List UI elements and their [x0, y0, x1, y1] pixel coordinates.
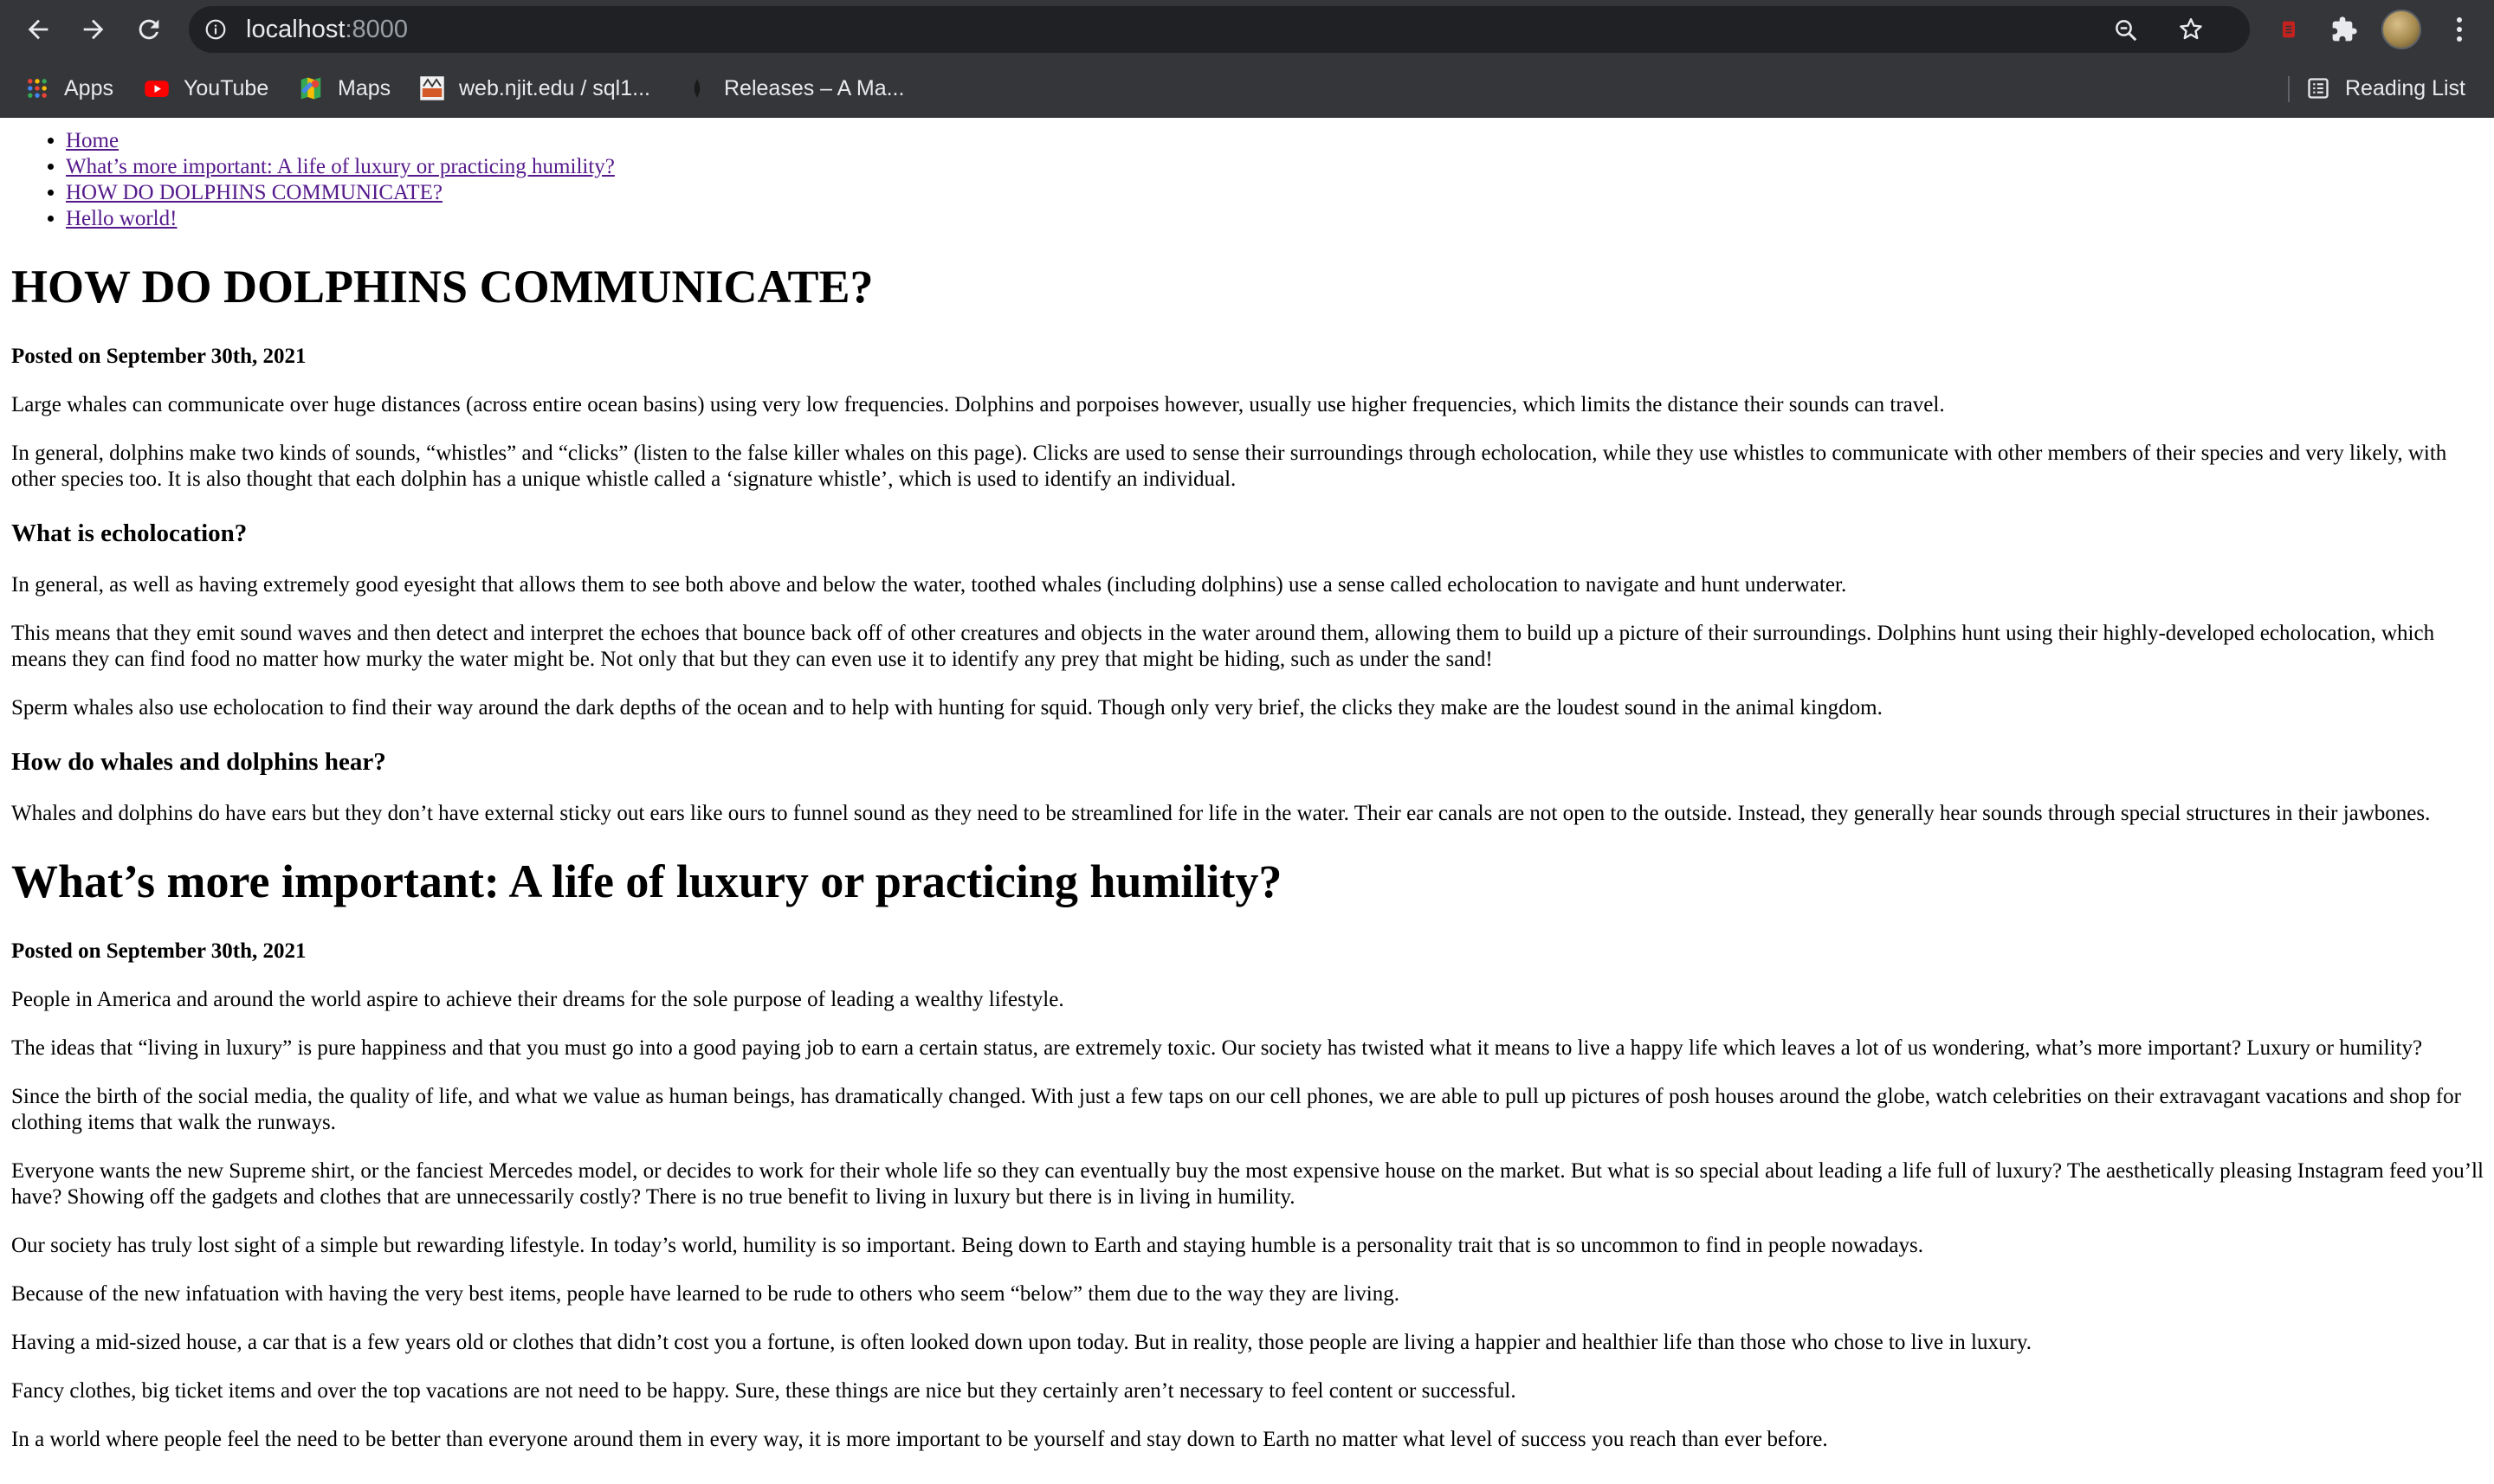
- arrow-right-icon: [83, 19, 104, 40]
- post-paragraph: Everyone wants the new Supreme shirt, or…: [11, 1159, 2484, 1209]
- youtube-icon: [144, 75, 170, 101]
- nav-item: Hello world!: [66, 206, 2484, 232]
- extension-red-icon: [2283, 21, 2295, 38]
- puzzle-icon: [2332, 16, 2357, 42]
- reload-button[interactable]: [132, 12, 166, 47]
- post-luxury-humility: What’s more important: A life of luxury …: [11, 855, 2484, 1453]
- post-paragraph: Having a mid-sized house, a car that is …: [11, 1331, 2032, 1354]
- post-paragraph: The ideas that “living in luxury” is pur…: [11, 1036, 2423, 1060]
- page-content: Home What’s more important: A life of lu…: [0, 118, 2494, 1484]
- bookmark-star-icon[interactable]: [2177, 16, 2205, 43]
- bookmark-maps[interactable]: Maps: [298, 71, 391, 106]
- post-paragraph: Sperm whales also use echolocation to fi…: [11, 696, 1883, 719]
- nav-item: HOW DO DOLPHINS COMMUNICATE?: [66, 180, 2484, 206]
- nav-link-hello-world[interactable]: Hello world!: [66, 207, 177, 230]
- address-bar[interactable]: localhost:8000: [189, 6, 2250, 53]
- post-date: Posted on September 30th, 2021: [11, 939, 307, 963]
- post-paragraph: Whales and dolphins do have ears but the…: [11, 802, 2431, 825]
- url-port: :8000: [345, 16, 409, 43]
- browser-toolbar: localhost:8000: [0, 0, 2494, 59]
- post-date: Posted on September 30th, 2021: [11, 345, 307, 368]
- extensions-menu-button[interactable]: [2328, 13, 2361, 46]
- post-title: What’s more important: A life of luxury …: [11, 855, 1283, 907]
- info-icon[interactable]: [204, 18, 227, 41]
- nav-item: Home: [66, 128, 2484, 154]
- bookmark-youtube[interactable]: YouTube: [144, 71, 268, 106]
- maps-icon: [298, 75, 324, 101]
- arrow-left-icon: [28, 19, 48, 40]
- browser-chrome: localhost:8000 Apps YouTube Maps web.nji…: [0, 0, 2494, 118]
- post-paragraph: In a world where people feel the need to…: [11, 1428, 1828, 1451]
- post-paragraph: Fancy clothes, big ticket items and over…: [11, 1379, 1516, 1403]
- bookmark-releases[interactable]: Releases – A Ma...: [684, 71, 904, 106]
- extension-button[interactable]: [2272, 13, 2305, 46]
- post-paragraph: Our society has truly lost sight of a si…: [11, 1234, 1924, 1257]
- reading-list-label: Reading List: [2345, 75, 2465, 100]
- njit-favicon: [419, 75, 445, 101]
- reload-icon: [139, 19, 159, 40]
- post-title: HOW DO DOLPHINS COMMUNICATE?: [11, 261, 874, 313]
- nav-item: What’s more important: A life of luxury …: [66, 154, 2484, 180]
- post-paragraph: People in America and around the world a…: [11, 988, 1064, 1011]
- reading-list-button[interactable]: Reading List: [2305, 71, 2465, 106]
- post-paragraph: Because of the new infatuation with havi…: [11, 1282, 1399, 1306]
- post-paragraph: Since the birth of the social media, the…: [11, 1085, 2461, 1134]
- apps-grid-icon: [24, 75, 50, 101]
- kebab-dot: [2457, 27, 2462, 32]
- bookmark-label: YouTube: [184, 75, 269, 100]
- post-paragraph: Large whales can communicate over huge d…: [11, 393, 1945, 416]
- bookmark-njit[interactable]: web.njit.edu / sql1...: [419, 71, 650, 106]
- bookmark-label: Apps: [64, 75, 113, 100]
- url-text[interactable]: localhost:8000: [246, 16, 408, 42]
- profile-avatar[interactable]: [2381, 10, 2421, 49]
- reading-list-icon: [2305, 75, 2331, 101]
- post-paragraph: In general, dolphins make two kinds of s…: [11, 442, 2447, 491]
- nav-link-dolphins-post[interactable]: HOW DO DOLPHINS COMMUNICATE?: [66, 181, 443, 204]
- section-heading: What is echolocation?: [11, 519, 248, 547]
- bookmarks-bar: Apps YouTube Maps web.njit.edu / sql1...…: [0, 59, 2494, 118]
- back-button[interactable]: [21, 12, 55, 47]
- post-paragraph: In general, as well as having extremely …: [11, 573, 1847, 597]
- post-paragraph: This means that they emit sound waves an…: [11, 622, 2435, 671]
- bookmark-label: Releases – A Ma...: [724, 75, 905, 100]
- bookmarks-divider: [2288, 76, 2290, 102]
- zoom-icon[interactable]: [2113, 17, 2139, 43]
- site-nav: Home What’s more important: A life of lu…: [11, 128, 2484, 232]
- section-heading: How do whales and dolphins hear?: [11, 748, 386, 776]
- nav-link-luxury-post[interactable]: What’s more important: A life of luxury …: [66, 155, 615, 178]
- nav-link-home[interactable]: Home: [66, 129, 119, 152]
- kebab-dot: [2457, 17, 2462, 23]
- url-host: localhost: [246, 16, 346, 43]
- browser-menu-button[interactable]: [2442, 11, 2477, 48]
- post-dolphins: HOW DO DOLPHINS COMMUNICATE? Posted on S…: [11, 261, 2484, 827]
- github-favicon: [684, 75, 710, 101]
- bookmark-label: web.njit.edu / sql1...: [459, 75, 650, 100]
- kebab-dot: [2457, 36, 2462, 42]
- bookmark-apps[interactable]: Apps: [24, 71, 113, 106]
- forward-button[interactable]: [76, 12, 111, 47]
- bookmark-label: Maps: [338, 75, 391, 100]
